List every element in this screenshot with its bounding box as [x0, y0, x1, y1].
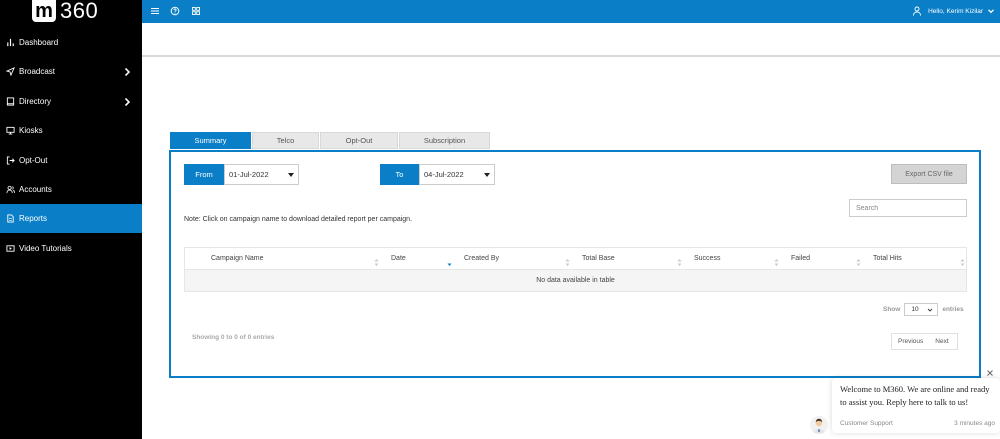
- page-size-value: 10: [911, 306, 919, 313]
- previous-page-button[interactable]: Previous: [898, 338, 923, 345]
- sidebar-item-label: Directory: [19, 97, 52, 106]
- export-csv-button[interactable]: Export CSV file: [891, 164, 967, 184]
- page-size-control: Show 10 entries: [883, 303, 964, 316]
- show-label: Show: [883, 306, 901, 313]
- logout-icon: [5, 156, 15, 166]
- sidebar-item-label: Accounts: [19, 185, 52, 194]
- sub-header: [142, 23, 1000, 57]
- column-header-failed[interactable]: Failed: [791, 248, 810, 269]
- chat-popup[interactable]: Welcome to M360. We are online and ready…: [832, 378, 1000, 433]
- to-date-value: 04-Jul-2022: [424, 170, 464, 179]
- from-date-value: 01-Jul-2022: [229, 170, 269, 179]
- hamburger-menu-icon[interactable]: [148, 4, 162, 18]
- column-header-total-base[interactable]: Total Base: [582, 248, 615, 269]
- chat-message: Welcome to M360. We are online and ready…: [840, 384, 990, 407]
- from-label: From: [184, 164, 224, 185]
- sidebar-item-label: Opt-Out: [19, 156, 48, 165]
- apps-grid-icon[interactable]: [189, 4, 203, 18]
- m360-logo[interactable]: m 360: [32, 0, 98, 22]
- empty-table-message: No data available in table: [185, 269, 966, 291]
- column-label: Failed: [791, 255, 811, 262]
- chevron-down-icon: [927, 307, 933, 313]
- close-icon[interactable]: [985, 365, 995, 376]
- chevron-down-icon: [987, 7, 995, 15]
- sort-icon[interactable]: [677, 254, 682, 266]
- tab-telco[interactable]: Telco: [252, 132, 319, 149]
- column-header-success[interactable]: Success: [694, 248, 720, 269]
- top-bar: Hello, Kerim Kizilar: [142, 0, 1000, 23]
- campaign-table: Campaign Name Date Created By Total Base…: [184, 247, 967, 292]
- entries-label: entries: [942, 306, 964, 313]
- column-header-campaign-name[interactable]: Campaign Name: [211, 248, 264, 269]
- users-icon: [5, 185, 15, 195]
- logo-mark: m: [32, 0, 56, 22]
- column-label: Total Base: [582, 255, 615, 262]
- sidebar-item-label: Broadcast: [19, 67, 56, 76]
- sidebar-item-broadcast[interactable]: Broadcast: [0, 57, 142, 86]
- tab-opt-out[interactable]: Opt-Out: [320, 132, 398, 149]
- tab-summary[interactable]: Summary: [170, 132, 251, 149]
- sort-icon[interactable]: [374, 254, 379, 266]
- column-header-date[interactable]: Date: [391, 248, 406, 269]
- chat-sender: Customer Support: [840, 420, 893, 427]
- sidebar-item-label: Video Tutorials: [19, 244, 72, 253]
- column-label: Total Hits: [873, 255, 902, 262]
- column-label: Campaign Name: [211, 255, 264, 262]
- book-icon: [5, 97, 15, 107]
- sidebar-item-video-tutorials[interactable]: Video Tutorials: [0, 234, 142, 263]
- chevron-right-icon: [122, 67, 132, 77]
- column-label: Created By: [464, 255, 500, 262]
- sidebar-item-label: Reports: [19, 214, 48, 223]
- sidebar-item-accounts[interactable]: Accounts: [0, 175, 142, 204]
- logo-text: 360: [60, 0, 99, 23]
- sort-icon[interactable]: [856, 254, 861, 266]
- sidebar-item-opt-out[interactable]: Opt-Out: [0, 146, 142, 175]
- column-label: Success: [694, 255, 721, 262]
- pagination: Previous Next: [891, 333, 958, 350]
- caret-down-icon: [484, 173, 490, 177]
- user-icon: [912, 6, 922, 16]
- from-date-select[interactable]: 01-Jul-2022: [224, 164, 299, 185]
- next-page-button[interactable]: Next: [935, 338, 948, 345]
- to-date-select[interactable]: 04-Jul-2022: [419, 164, 495, 185]
- column-label: Date: [391, 255, 406, 262]
- sidebar-item-label: Dashboard: [19, 38, 59, 47]
- file-icon: [5, 214, 15, 224]
- sort-icon[interactable]: [774, 254, 779, 266]
- monitor-icon: [5, 126, 15, 136]
- column-header-created-by[interactable]: Created By: [464, 248, 499, 269]
- bar-chart-icon: [5, 38, 15, 48]
- sidebar-item-kiosks[interactable]: Kiosks: [0, 116, 142, 145]
- send-icon: [5, 67, 15, 77]
- page-size-select[interactable]: 10: [904, 303, 939, 316]
- sort-descending-icon[interactable]: [447, 254, 452, 266]
- report-note: Note: Click on campaign name to download…: [184, 216, 413, 223]
- user-menu[interactable]: Hello, Kerim Kizilar: [912, 4, 995, 18]
- to-label: To: [380, 164, 419, 185]
- sidebar-item-dashboard[interactable]: Dashboard: [0, 28, 142, 57]
- sidebar-item-reports[interactable]: Reports: [0, 204, 142, 233]
- caret-down-icon: [288, 173, 294, 177]
- help-icon[interactable]: [168, 4, 182, 18]
- support-avatar[interactable]: [810, 416, 828, 434]
- sidebar-item-label: Kiosks: [19, 126, 43, 135]
- column-header-total-hits[interactable]: Total Hits: [873, 248, 902, 269]
- chat-timestamp: 3 minutes ago: [954, 420, 995, 427]
- sidebar: m 360 Dashboard Broadcast Directory Kios…: [0, 0, 142, 439]
- table-info: Showing 0 to 0 of 0 entries: [192, 334, 275, 341]
- sidebar-item-directory[interactable]: Directory: [0, 87, 142, 116]
- search-input[interactable]: [849, 199, 967, 217]
- sort-icon[interactable]: [960, 254, 965, 266]
- sort-icon[interactable]: [565, 254, 570, 266]
- tab-subscription[interactable]: Subscription: [399, 132, 490, 149]
- user-greeting: Hello, Kerim Kizilar: [928, 7, 983, 15]
- chevron-right-icon: [122, 97, 132, 107]
- video-icon: [5, 244, 15, 254]
